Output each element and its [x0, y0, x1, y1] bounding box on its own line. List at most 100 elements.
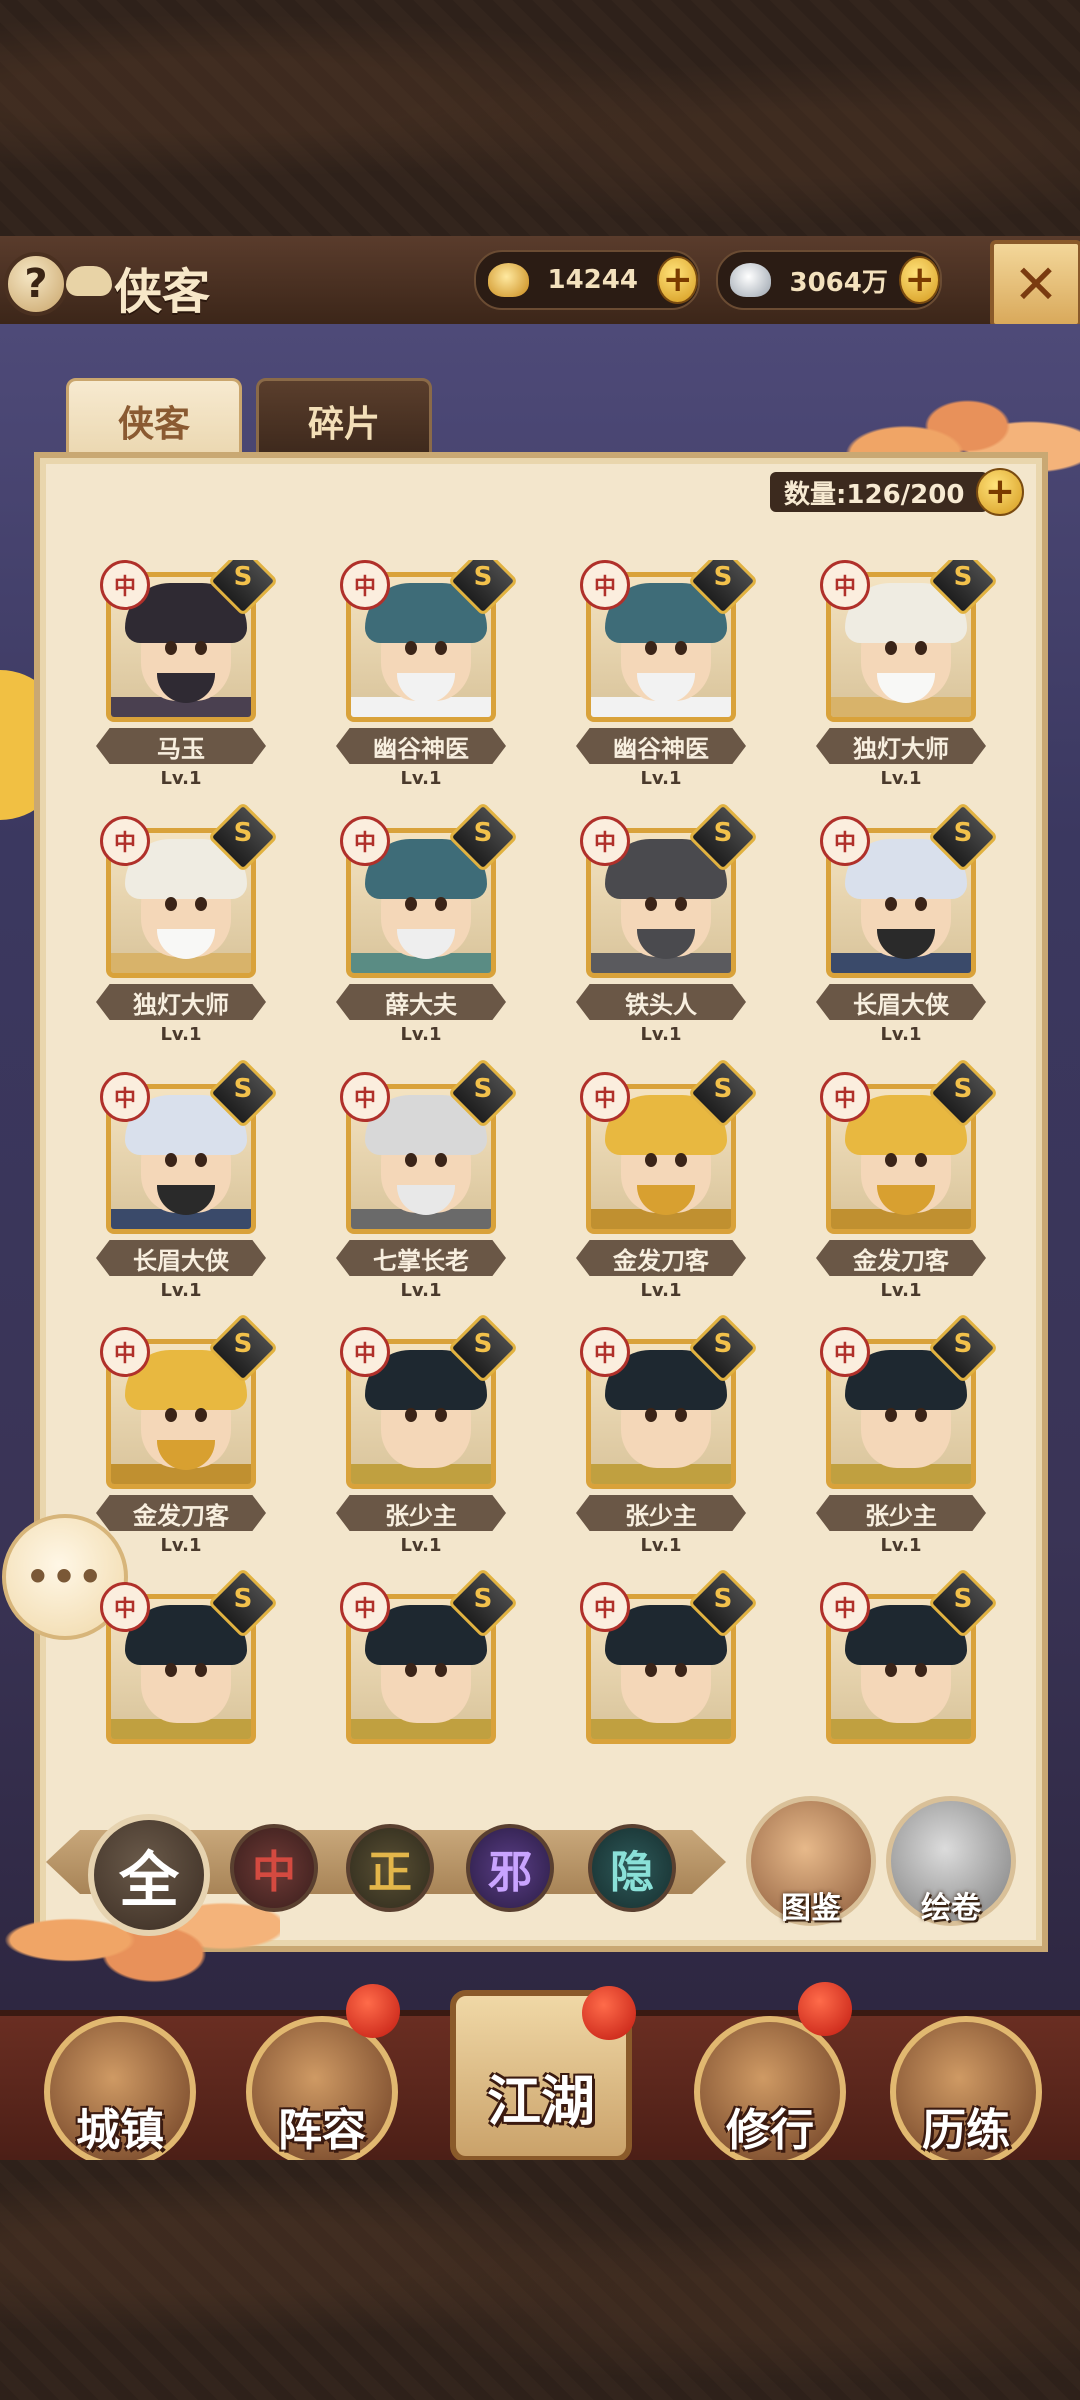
- silver-ingot-icon: [730, 263, 772, 297]
- add-gold-button[interactable]: +: [657, 256, 698, 304]
- nav-training-label: 修行: [726, 2105, 814, 2156]
- nav-lineup-badge: [346, 1984, 400, 2038]
- hero-level: Lv.1: [880, 1535, 922, 1556]
- rank-letter: S: [713, 1073, 733, 1104]
- rank-letter: S: [233, 561, 253, 592]
- hero-level: Lv.1: [400, 1024, 442, 1045]
- hero-card[interactable]: 中 S 长眉大侠 Lv.1: [96, 1057, 279, 1312]
- hero-card[interactable]: 中 S 铁头人 Lv.1: [576, 801, 759, 1056]
- hero-name: 幽谷神医: [576, 728, 746, 764]
- faction-badge: 中: [100, 816, 150, 866]
- rank-letter: S: [473, 1328, 493, 1359]
- filter-righteous[interactable]: 正: [346, 1824, 434, 1912]
- hero-eye: [885, 1663, 897, 1677]
- faction-badge: 中: [100, 560, 150, 610]
- hero-name: 独灯大师: [96, 984, 266, 1020]
- filter-all[interactable]: 全: [88, 1814, 210, 1936]
- filter-neutral[interactable]: 中: [230, 1824, 318, 1912]
- rank-letter: S: [713, 1328, 733, 1359]
- faction-badge: 中: [820, 1582, 870, 1632]
- filter-evil[interactable]: 邪: [466, 1824, 554, 1912]
- hero-name: 长眉大侠: [816, 984, 986, 1020]
- help-button[interactable]: ?: [4, 252, 68, 316]
- silver-value: 3064万: [789, 267, 888, 298]
- rank-letter: S: [713, 561, 733, 592]
- hero-level: Lv.1: [640, 1024, 682, 1045]
- rank-letter: S: [473, 817, 493, 848]
- hero-eye: [435, 1153, 447, 1167]
- nav-trials[interactable]: 历练: [890, 2016, 1042, 2168]
- hero-card[interactable]: 中 S 幽谷神医 Lv.1: [576, 560, 759, 800]
- rank-letter: S: [233, 1583, 253, 1614]
- faction-badge: 中: [100, 1072, 150, 1122]
- nav-jianghu-label: 江湖: [487, 2070, 595, 2133]
- scroll-button[interactable]: 绘卷: [886, 1796, 1016, 1926]
- hero-eye: [435, 897, 447, 911]
- expand-capacity-button[interactable]: +: [976, 468, 1024, 516]
- hero-eye: [675, 1663, 687, 1677]
- hero-level: Lv.1: [160, 1280, 202, 1301]
- hero-card[interactable]: 中 S 马玉 Lv.1: [96, 560, 279, 800]
- hero-eye: [675, 897, 687, 911]
- nav-training-badge: [798, 1982, 852, 2036]
- hero-eye: [165, 1408, 177, 1422]
- nav-lineup[interactable]: 阵容: [246, 2016, 398, 2168]
- hero-eye: [195, 1408, 207, 1422]
- hero-eye: [645, 1408, 657, 1422]
- filter-hidden[interactable]: 隐: [588, 1824, 676, 1912]
- hero-card[interactable]: 中 S 金发刀客 Lv.1: [816, 1057, 999, 1312]
- nav-town[interactable]: 城镇: [44, 2016, 196, 2168]
- hero-card[interactable]: 中 S 薛大夫 Lv.1: [336, 801, 519, 1056]
- hero-level: Lv.1: [400, 768, 442, 789]
- codex-label: 图鉴: [781, 1891, 841, 1926]
- hero-card[interactable]: 中 S 长眉大侠 Lv.1: [816, 801, 999, 1056]
- hero-level: Lv.1: [400, 1535, 442, 1556]
- rank-letter: S: [713, 1583, 733, 1614]
- hero-eye: [195, 897, 207, 911]
- hero-card[interactable]: 中 S 金发刀客 Lv.1: [96, 1312, 279, 1567]
- hero-card[interactable]: 中S: [340, 1567, 519, 1750]
- hero-eye: [405, 641, 417, 655]
- hero-eye: [435, 1663, 447, 1677]
- nav-training[interactable]: 修行: [694, 2016, 846, 2168]
- hero-card[interactable]: 中 S 张少主 Lv.1: [576, 1312, 759, 1567]
- hero-card[interactable]: 中S: [100, 1567, 279, 1750]
- hero-card[interactable]: 中 S 独灯大师 Lv.1: [96, 801, 279, 1056]
- hero-level: Lv.1: [880, 768, 922, 789]
- hero-card[interactable]: 中 S 七掌长老 Lv.1: [336, 1057, 519, 1312]
- hero-eye: [165, 641, 177, 655]
- hero-card[interactable]: 中 S 幽谷神医 Lv.1: [336, 560, 519, 800]
- faction-badge: 中: [580, 560, 630, 610]
- hero-name: 张少主: [336, 1495, 506, 1531]
- gold-currency: 14244 +: [474, 250, 700, 310]
- codex-button[interactable]: 图鉴: [746, 1796, 876, 1926]
- faction-badge: 中: [820, 816, 870, 866]
- hero-name: 金发刀客: [816, 1240, 986, 1276]
- hero-card[interactable]: 中 S 张少主 Lv.1: [816, 1312, 999, 1567]
- hero-eye: [165, 1663, 177, 1677]
- bottom-background: [0, 2160, 1080, 2400]
- top-background: [0, 0, 1080, 240]
- hero-card[interactable]: 中S: [580, 1567, 759, 1750]
- faction-badge: 中: [340, 1582, 390, 1632]
- rank-letter: S: [953, 817, 973, 848]
- nav-jianghu-badge: [582, 1986, 636, 2040]
- hero-name: 张少主: [576, 1495, 746, 1531]
- gold-ingot-icon: [488, 263, 530, 297]
- hero-card[interactable]: 中 S 张少主 Lv.1: [336, 1312, 519, 1567]
- faction-badge: 中: [340, 816, 390, 866]
- hero-card[interactable]: 中 S 独灯大师 Lv.1: [816, 560, 999, 800]
- hero-name: 独灯大师: [816, 728, 986, 764]
- faction-badge: 中: [580, 1072, 630, 1122]
- faction-badge: 中: [820, 560, 870, 610]
- hero-eye: [885, 641, 897, 655]
- hero-card[interactable]: 中 S 金发刀客 Lv.1: [576, 1057, 759, 1312]
- hero-card[interactable]: 中S: [820, 1567, 999, 1750]
- hero-eye: [645, 1153, 657, 1167]
- gold-value: 14244: [547, 265, 638, 295]
- add-silver-button[interactable]: +: [899, 256, 940, 304]
- hero-eye: [915, 897, 927, 911]
- close-button[interactable]: ✕: [990, 240, 1080, 328]
- page-title: 侠客: [114, 264, 211, 320]
- faction-badge: 中: [820, 1327, 870, 1377]
